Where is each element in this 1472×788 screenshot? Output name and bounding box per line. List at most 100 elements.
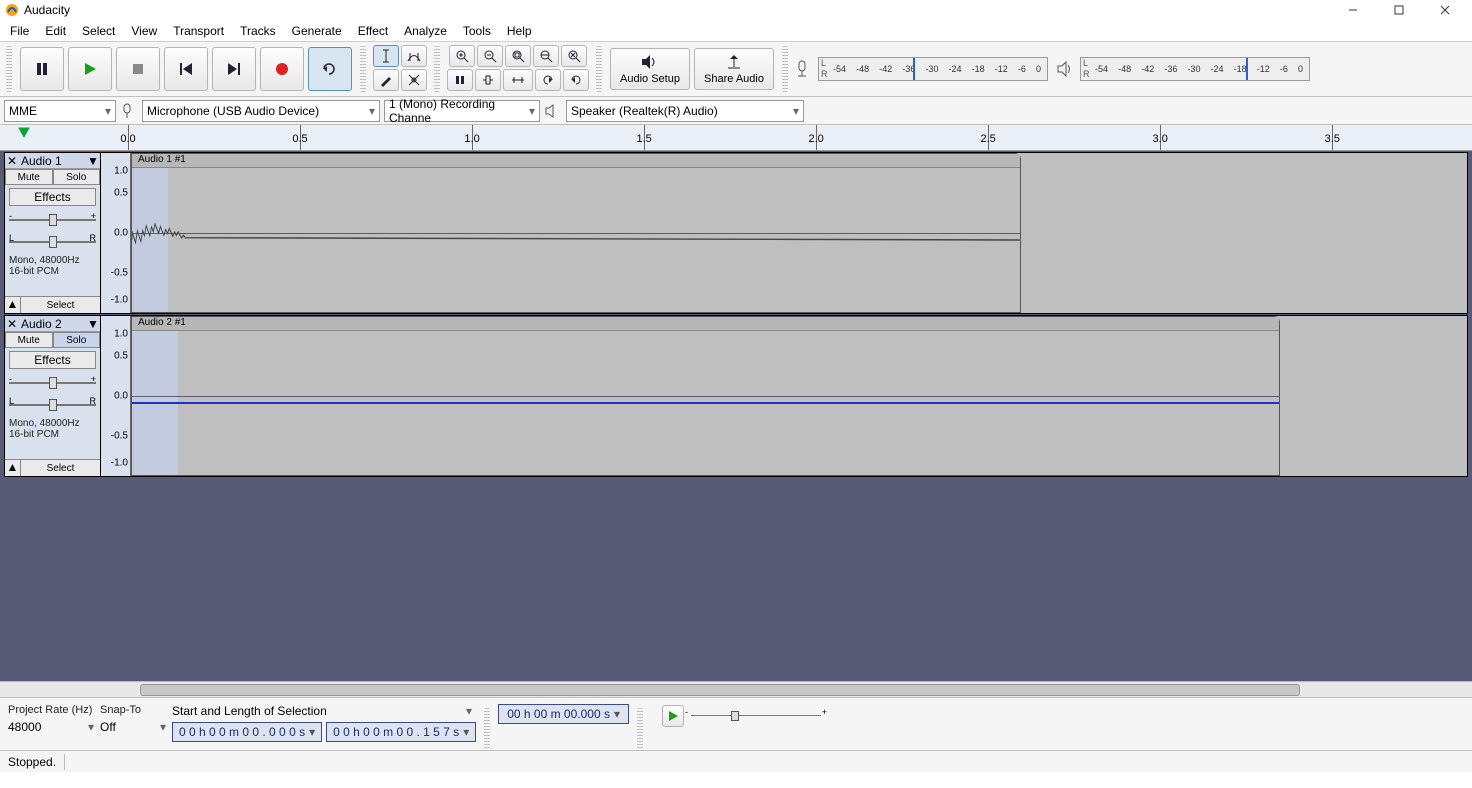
track-close-button[interactable]: ✕ xyxy=(5,317,19,331)
track-collapse-button[interactable]: ▲ xyxy=(5,460,21,476)
selection-start-time[interactable]: 0 0 h 0 0 m 0 0 . 0 0 0 s▾ xyxy=(172,722,322,742)
selection-tool-button[interactable] xyxy=(373,45,399,67)
zoom-toggle-button[interactable] xyxy=(561,45,587,67)
share-audio-label: Share Audio xyxy=(704,73,764,85)
loop-button[interactable] xyxy=(308,47,352,91)
edit-toolbar xyxy=(442,42,594,96)
track-menu-button[interactable]: ▼ xyxy=(86,154,100,168)
track-name[interactable]: Audio 1 xyxy=(19,154,86,168)
toolbar-grip[interactable] xyxy=(484,708,490,752)
toolbar-grip[interactable] xyxy=(782,46,788,92)
pan-slider[interactable]: LR xyxy=(9,233,96,251)
timeline-tick-label: 2.0 xyxy=(808,133,823,145)
menu-generate[interactable]: Generate xyxy=(284,22,350,40)
titlebar: Audacity xyxy=(0,0,1472,20)
record-button[interactable] xyxy=(260,47,304,91)
position-time-display[interactable]: 00 h 00 m 00.000 s▾ xyxy=(498,704,629,724)
sync-lock-button[interactable] xyxy=(503,69,533,91)
track-collapse-button[interactable]: ▲ xyxy=(5,297,21,313)
menu-tracks[interactable]: Tracks xyxy=(232,22,284,40)
play-meter[interactable]: LR -54-48-42-36-30-24-18-12-60 xyxy=(1056,42,1310,96)
solo-button[interactable]: Solo xyxy=(53,332,101,348)
menu-edit[interactable]: Edit xyxy=(37,22,74,40)
microphone-icon xyxy=(794,59,818,79)
fit-project-button[interactable] xyxy=(533,45,559,67)
toolbar-grip[interactable] xyxy=(596,46,602,92)
track-select-button[interactable]: Select xyxy=(21,460,100,476)
gain-slider[interactable]: -+ xyxy=(9,374,96,392)
selection-toolbar: Project Rate (Hz) 48000▾ Snap-To Off▾ St… xyxy=(0,697,1472,750)
input-device-select[interactable]: Microphone (USB Audio Device)▾ xyxy=(142,100,380,122)
playback-speed-slider[interactable]: -+ xyxy=(691,711,821,721)
skip-start-button[interactable] xyxy=(164,47,208,91)
menu-effect[interactable]: Effect xyxy=(350,22,396,40)
fit-selection-button[interactable] xyxy=(505,45,531,67)
skip-end-button[interactable] xyxy=(212,47,256,91)
playhead-icon[interactable] xyxy=(18,127,30,141)
draw-tool-button[interactable] xyxy=(373,69,399,91)
track-waveform[interactable]: Audio 1 #1 xyxy=(131,153,1467,313)
project-rate-select[interactable]: 48000▾ xyxy=(8,720,94,734)
zoom-out-button[interactable] xyxy=(477,45,503,67)
channels-select[interactable]: 1 (Mono) Recording Channe▾ xyxy=(384,100,540,122)
toolbar-grip[interactable] xyxy=(434,46,440,92)
redo-button[interactable] xyxy=(563,69,589,91)
output-device-select[interactable]: Speaker (Realtek(R) Audio)▾ xyxy=(566,100,804,122)
silence-button[interactable] xyxy=(475,69,501,91)
effects-button[interactable]: Effects xyxy=(9,351,96,369)
envelope-tool-button[interactable] xyxy=(401,45,427,67)
solo-button[interactable]: Solo xyxy=(53,169,101,185)
track-select-button[interactable]: Select xyxy=(21,297,100,313)
window-close-button[interactable] xyxy=(1422,0,1468,20)
tools-toolbar xyxy=(368,42,432,96)
horizontal-scrollbar[interactable] xyxy=(0,681,1472,697)
trim-button[interactable] xyxy=(447,69,473,91)
toolbar-grip[interactable] xyxy=(360,46,366,92)
menu-file[interactable]: File xyxy=(2,22,37,40)
menubar: FileEditSelectViewTransportTracksGenerat… xyxy=(0,20,1472,42)
menu-select[interactable]: Select xyxy=(74,22,123,40)
share-audio-button[interactable]: Share Audio xyxy=(694,48,774,90)
host-select[interactable]: MME▾ xyxy=(4,100,116,122)
track-menu-button[interactable]: ▼ xyxy=(86,317,100,331)
menu-help[interactable]: Help xyxy=(499,22,540,40)
toolbars: Audio Setup Share Audio LR -54-48-42-36-… xyxy=(0,42,1472,97)
track-waveform[interactable]: Audio 2 #1 xyxy=(131,316,1467,476)
clip-title[interactable]: Audio 2 #1 xyxy=(132,317,1279,331)
chevron-down-icon: ▾ xyxy=(88,720,94,734)
snap-to-select[interactable]: Off▾ xyxy=(100,720,166,734)
clip-title[interactable]: Audio 1 #1 xyxy=(132,154,1020,168)
zoom-in-button[interactable] xyxy=(449,45,475,67)
mute-button[interactable]: Mute xyxy=(5,169,53,185)
pause-button[interactable] xyxy=(20,47,64,91)
toolbar-grip[interactable] xyxy=(637,708,643,752)
play-at-speed-toolbar: -+ xyxy=(661,704,821,728)
audio-setup-button[interactable]: Audio Setup xyxy=(610,48,690,90)
play-at-speed-button[interactable] xyxy=(662,705,684,727)
window-minimize-button[interactable] xyxy=(1330,0,1376,20)
audio-clip[interactable]: Audio 1 #1 xyxy=(131,153,1021,313)
toolbar-grip[interactable] xyxy=(6,46,12,92)
effects-button[interactable]: Effects xyxy=(9,188,96,206)
menu-view[interactable]: View xyxy=(123,22,165,40)
app-title: Audacity xyxy=(24,3,70,17)
track-close-button[interactable]: ✕ xyxy=(5,154,19,168)
multi-tool-button[interactable] xyxy=(401,69,427,91)
selection-mode-select[interactable]: Start and Length of Selection▾ xyxy=(172,704,472,718)
record-meter[interactable]: LR -54-48-42-36-30-24-18-12-60 xyxy=(794,42,1048,96)
track-name[interactable]: Audio 2 xyxy=(19,317,86,331)
timeline-ruler[interactable]: 0.00.51.01.52.02.53.03.5 xyxy=(0,125,1472,151)
gain-slider[interactable]: -+ xyxy=(9,211,96,229)
stop-button[interactable] xyxy=(116,47,160,91)
window-maximize-button[interactable] xyxy=(1376,0,1422,20)
pan-slider[interactable]: LR xyxy=(9,396,96,414)
selection-length-time[interactable]: 0 0 h 0 0 m 0 0 . 1 5 7 s▾ xyxy=(326,722,476,742)
audio-clip[interactable]: Audio 2 #1 xyxy=(131,316,1280,476)
undo-button[interactable] xyxy=(535,69,561,91)
play-button[interactable] xyxy=(68,47,112,91)
track-info: Mono, 48000Hz16-bit PCM xyxy=(5,253,100,279)
mute-button[interactable]: Mute xyxy=(5,332,53,348)
menu-tools[interactable]: Tools xyxy=(455,22,499,40)
menu-transport[interactable]: Transport xyxy=(165,22,232,40)
menu-analyze[interactable]: Analyze xyxy=(396,22,455,40)
